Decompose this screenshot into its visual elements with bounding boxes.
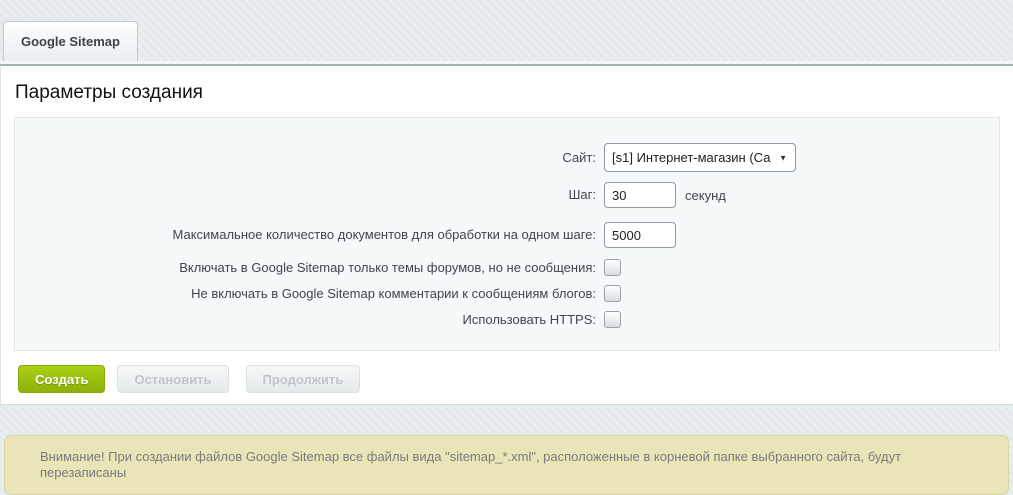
max-docs-input[interactable] xyxy=(604,222,676,248)
form-row-blog-comments: Не включать в Google Sitemap комментарии… xyxy=(15,285,999,302)
form-row-step: Шаг: секунд xyxy=(15,182,999,208)
step-suffix: секунд xyxy=(685,188,726,203)
form-row-max-docs: Максимальное количество документов для о… xyxy=(15,222,999,248)
warning-banner: Внимание! При создании файлов Google Sit… xyxy=(4,435,1009,495)
form-row-use-https: Использовать HTTPS: xyxy=(15,311,999,328)
warning-text: Внимание! При создании файлов Google Sit… xyxy=(40,449,901,480)
button-row: Создать Остановить Продолжить xyxy=(18,365,1013,393)
step-label: Шаг: xyxy=(15,187,604,203)
site-label: Сайт: xyxy=(15,150,604,166)
tab-bar: Google Sitemap xyxy=(0,0,1013,61)
forum-topics-label: Включать в Google Sitemap только темы фо… xyxy=(15,260,604,276)
page-title: Параметры создания xyxy=(1,66,1013,105)
blog-comments-checkbox[interactable] xyxy=(604,285,621,302)
use-https-checkbox[interactable] xyxy=(604,311,621,328)
main-content: Параметры создания Сайт: [s1] Интернет-м… xyxy=(0,66,1013,405)
site-select-wrap: [s1] Интернет-магазин (Сай ▼ xyxy=(604,143,796,172)
spacer xyxy=(0,405,1013,435)
site-select[interactable]: [s1] Интернет-магазин (Сай xyxy=(604,143,796,172)
form-row-forum-topics: Включать в Google Sitemap только темы фо… xyxy=(15,259,999,276)
forum-topics-checkbox[interactable] xyxy=(604,259,621,276)
stop-button: Остановить xyxy=(117,365,228,393)
continue-button: Продолжить xyxy=(246,365,361,393)
creation-parameters-form: Сайт: [s1] Интернет-магазин (Сай ▼ Шаг: … xyxy=(14,117,1000,351)
blog-comments-label: Не включать в Google Sitemap комментарии… xyxy=(15,286,604,302)
max-docs-label: Максимальное количество документов для о… xyxy=(15,227,604,243)
tab-google-sitemap[interactable]: Google Sitemap xyxy=(3,21,138,61)
use-https-label: Использовать HTTPS: xyxy=(15,312,604,328)
form-row-site: Сайт: [s1] Интернет-магазин (Сай ▼ xyxy=(15,143,999,172)
create-button[interactable]: Создать xyxy=(18,365,105,393)
tab-label: Google Sitemap xyxy=(21,34,120,49)
step-input[interactable] xyxy=(604,182,676,208)
